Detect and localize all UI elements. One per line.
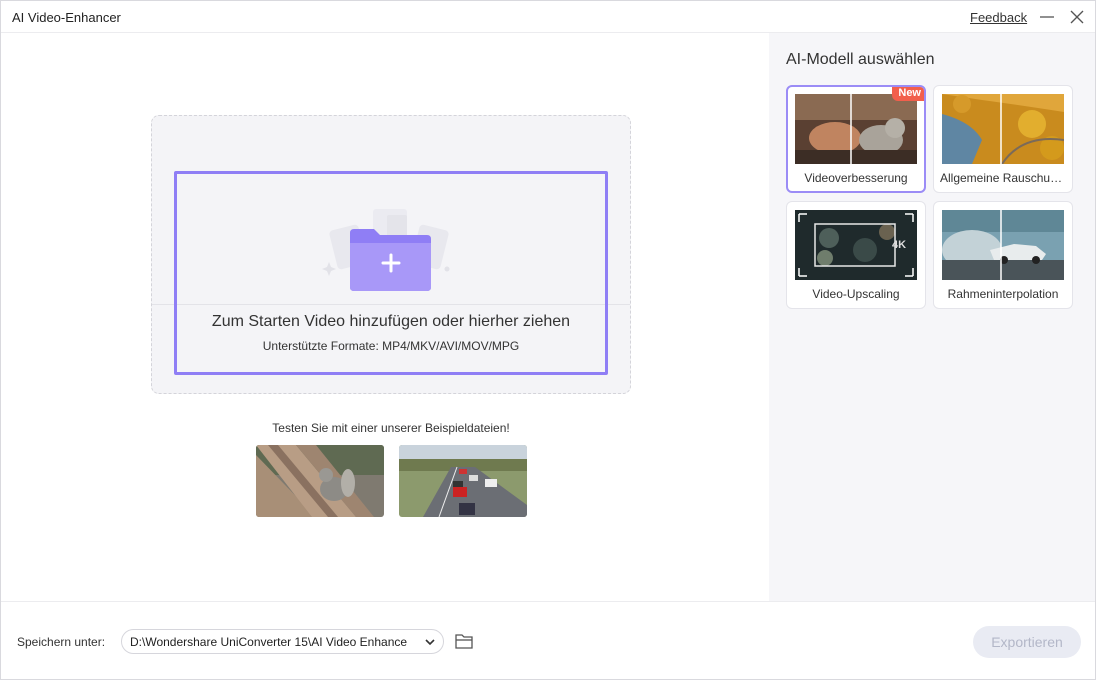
- main-area: Zum Starten Video hinzufügen oder hierhe…: [1, 33, 769, 601]
- video-enhancement-thumbnail: [795, 94, 917, 164]
- drop-zone-instruction: Zum Starten Video hinzufügen oder hierhe…: [211, 313, 571, 330]
- video-upscaling-thumbnail: 4K: [795, 210, 917, 280]
- title-bar: AI Video-Enhancer Feedback: [1, 1, 1095, 33]
- frame-interpolation-thumbnail: [942, 210, 1064, 280]
- model-card-label: Allgemeine Rauschunterdrückung: [940, 171, 1072, 185]
- output-path-value: D:\Wondershare UniConverter 15\AI Video …: [130, 635, 408, 649]
- minimize-icon[interactable]: [1037, 7, 1057, 27]
- footer-bar: Speichern unter: D:\Wondershare UniConve…: [1, 601, 1095, 679]
- supported-formats-text: Unterstützte Formate: MP4/MKV/AVI/MOV/MP…: [262, 339, 520, 353]
- feedback-link[interactable]: Feedback: [970, 10, 1027, 25]
- model-card-video-enhancement[interactable]: New Videoverbesserung: [786, 85, 926, 193]
- model-card-label: Video-Upscaling: [812, 287, 900, 301]
- model-card-label: Rahmeninterpolation: [947, 287, 1059, 301]
- open-folder-icon[interactable]: [454, 632, 474, 650]
- model-card-noise-reduction[interactable]: Allgemeine Rauschunterdrückung: [933, 85, 1073, 193]
- save-location-label: Speichern unter:: [17, 635, 106, 649]
- new-badge: New: [892, 87, 924, 101]
- sample-files-prompt: Testen Sie mit einer unserer Beispieldat…: [272, 421, 510, 435]
- ai-model-panel-title: AI-Modell auswählen: [786, 51, 935, 68]
- sample-video-highway[interactable]: [399, 445, 527, 517]
- chevron-down-icon: [425, 639, 435, 646]
- model-card-video-upscaling[interactable]: 4K Video-Upscaling: [786, 201, 926, 309]
- app-window: AI Video-Enhancer Feedback Zum Starten V…: [0, 0, 1096, 680]
- export-button[interactable]: Exportieren: [973, 626, 1081, 658]
- output-path-dropdown[interactable]: D:\Wondershare UniConverter 15\AI Video …: [121, 629, 444, 654]
- noise-reduction-thumbnail: [942, 94, 1064, 164]
- sample-video-squirrel[interactable]: [256, 445, 384, 517]
- app-title: AI Video-Enhancer: [12, 10, 121, 25]
- 4k-overlay-text: 4K: [892, 239, 906, 251]
- ai-model-panel: AI-Modell auswählen New Videoverbesserun…: [769, 33, 1095, 601]
- model-card-frame-interpolation[interactable]: Rahmeninterpolation: [933, 201, 1073, 309]
- close-icon[interactable]: [1067, 7, 1087, 27]
- model-card-label: Videoverbesserung: [804, 171, 908, 185]
